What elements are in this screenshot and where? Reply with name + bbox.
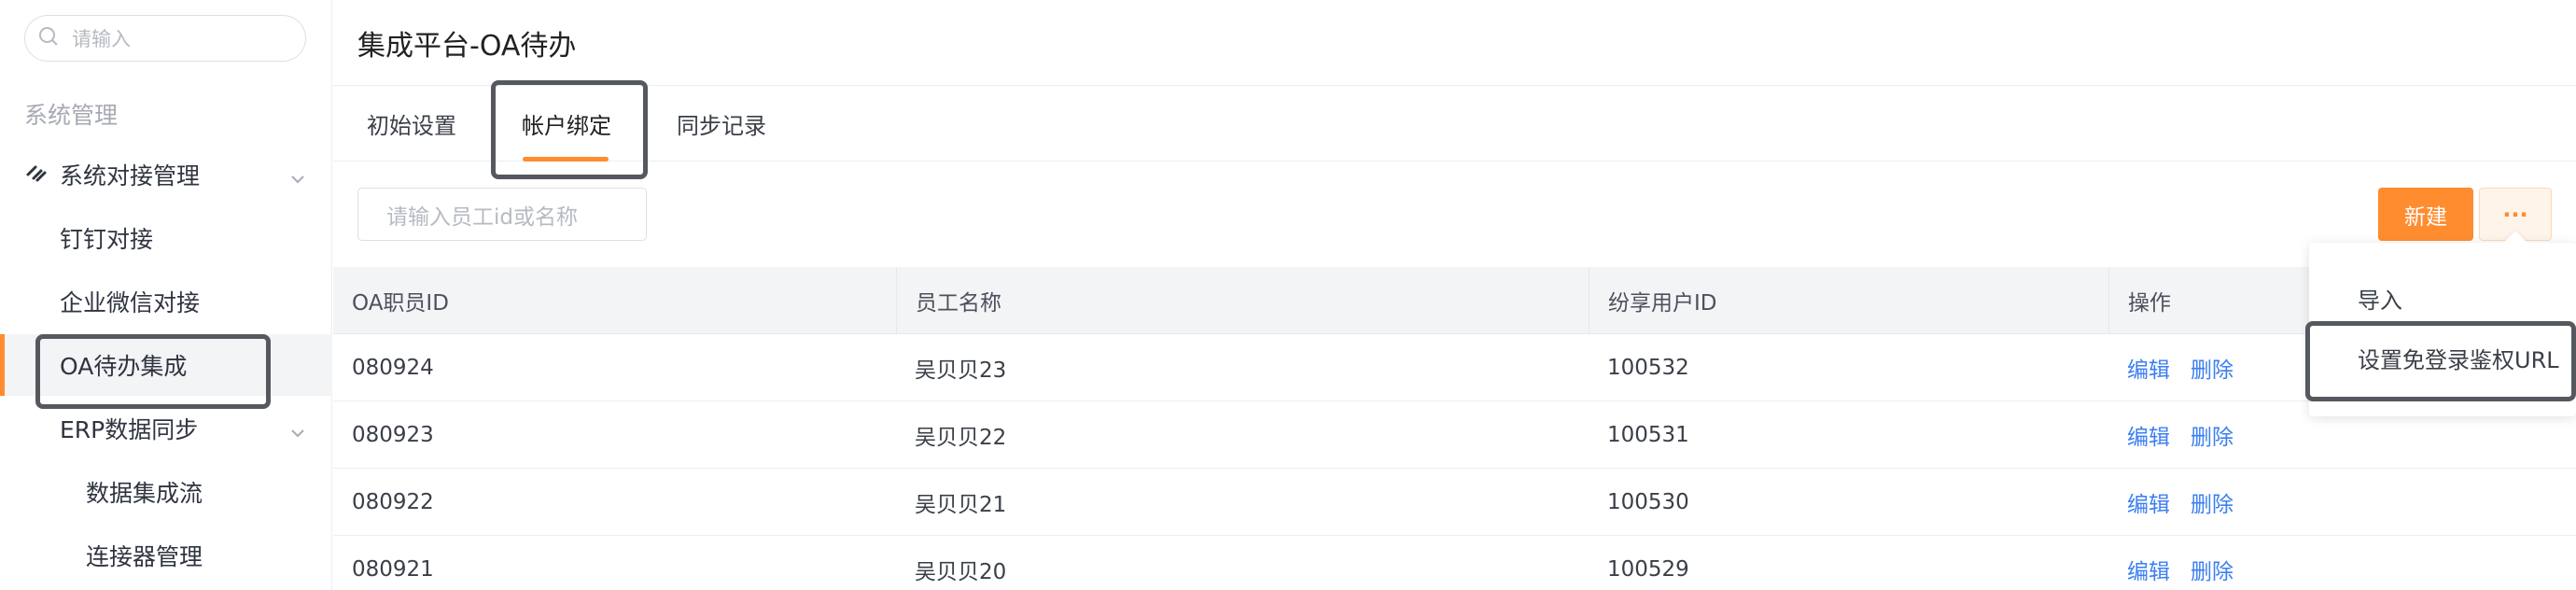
app: 请输入 系统管理 系统对接管理 钉钉对接 企业微信对接 OA待办集成 ERP数据… <box>0 0 2576 590</box>
delete-link[interactable]: 删除 <box>2191 554 2233 585</box>
cell-name: 吴贝贝22 <box>915 426 1007 450</box>
header: 集成平台-OA待办 <box>333 0 2576 86</box>
highlight-box <box>35 334 271 409</box>
cell-actions: 编辑 删除 <box>2108 469 2576 536</box>
column-header-oa-id: OA职员ID <box>352 291 449 316</box>
sidebar-item-label: 系统对接管理 <box>60 162 201 190</box>
cell-user-id: 100530 <box>1607 490 1689 514</box>
sidebar-item-label: 数据集成流 <box>86 480 203 507</box>
new-button[interactable]: 新建 <box>2378 188 2473 241</box>
cell-actions: 编辑 删除 <box>2108 536 2576 590</box>
section-title: 系统管理 <box>24 102 119 129</box>
tab-bar: 初始设置 帐户绑定 同步记录 <box>333 87 2576 162</box>
delete-link[interactable]: 删除 <box>2191 352 2233 384</box>
menu-item-import[interactable]: 导入 <box>2358 282 2402 315</box>
chevron-down-icon <box>289 420 306 447</box>
edit-link[interactable]: 编辑 <box>2127 352 2170 384</box>
sidebar-search-input[interactable]: 请输入 <box>24 15 306 62</box>
highlight-box <box>491 80 648 179</box>
tab-sync-records[interactable]: 同步记录 <box>677 107 766 140</box>
sidebar: 请输入 系统管理 系统对接管理 钉钉对接 企业微信对接 OA待办集成 ERP数据… <box>0 0 332 590</box>
employee-search-placeholder: 请输入员工id或名称 <box>386 204 578 230</box>
cell-user-id: 100532 <box>1607 356 1689 380</box>
cell-oa-id: 080922 <box>352 490 434 514</box>
edit-link[interactable]: 编辑 <box>2127 486 2170 518</box>
cell-user-id: 100531 <box>1607 423 1689 447</box>
table-row: 080924 吴贝贝23 100532 编辑 删除 <box>333 334 2576 401</box>
sidebar-search-placeholder: 请输入 <box>72 28 131 50</box>
page-title: 集成平台-OA待办 <box>357 30 577 63</box>
link-icon <box>24 160 49 190</box>
table-header: OA职员ID 员工名称 纷享用户ID 操作 <box>333 267 2576 334</box>
delete-link[interactable]: 删除 <box>2191 486 2233 518</box>
cell-user-id: 100529 <box>1607 557 1689 582</box>
sidebar-item-wecom[interactable]: 企业微信对接 <box>0 271 332 332</box>
delete-link[interactable]: 删除 <box>2191 419 2233 451</box>
sidebar-item-system-integration[interactable]: 系统对接管理 <box>0 144 332 205</box>
cell-name: 吴贝贝20 <box>915 560 1007 584</box>
cell-oa-id: 080921 <box>352 557 434 582</box>
table-row: 080922 吴贝贝21 100530 编辑 删除 <box>333 469 2576 536</box>
chevron-down-icon <box>289 166 306 193</box>
edit-link[interactable]: 编辑 <box>2127 554 2170 585</box>
cell-name: 吴贝贝23 <box>915 358 1007 383</box>
column-header-name: 员工名称 <box>896 267 1589 334</box>
binding-table: OA职员ID 员工名称 纷享用户ID 操作 080924 吴贝贝23 10053… <box>333 267 2576 590</box>
cell-oa-id: 080923 <box>352 423 434 447</box>
sidebar-item-label: 企业微信对接 <box>60 289 201 316</box>
table-row: 080921 吴贝贝20 100529 编辑 删除 <box>333 536 2576 590</box>
edit-link[interactable]: 编辑 <box>2127 419 2170 451</box>
sidebar-item-label: 连接器管理 <box>86 543 203 570</box>
highlight-box <box>2305 321 2576 401</box>
column-header-user-id: 纷享用户ID <box>1589 267 2108 334</box>
table-row: 080923 吴贝贝22 100531 编辑 删除 <box>333 401 2576 469</box>
tab-initial-settings[interactable]: 初始设置 <box>367 107 456 140</box>
sidebar-item-label: ERP数据同步 <box>60 416 199 443</box>
sidebar-item-connector[interactable]: 连接器管理 <box>0 525 332 586</box>
employee-search-input[interactable]: 请输入员工id或名称 <box>357 188 647 241</box>
cell-oa-id: 080924 <box>352 356 434 380</box>
sidebar-item-data-flow[interactable]: 数据集成流 <box>0 461 332 523</box>
cell-name: 吴贝贝21 <box>915 493 1007 517</box>
sidebar-item-label: 钉钉对接 <box>60 226 154 253</box>
sidebar-item-dingtalk[interactable]: 钉钉对接 <box>0 207 332 269</box>
search-icon <box>38 26 72 51</box>
